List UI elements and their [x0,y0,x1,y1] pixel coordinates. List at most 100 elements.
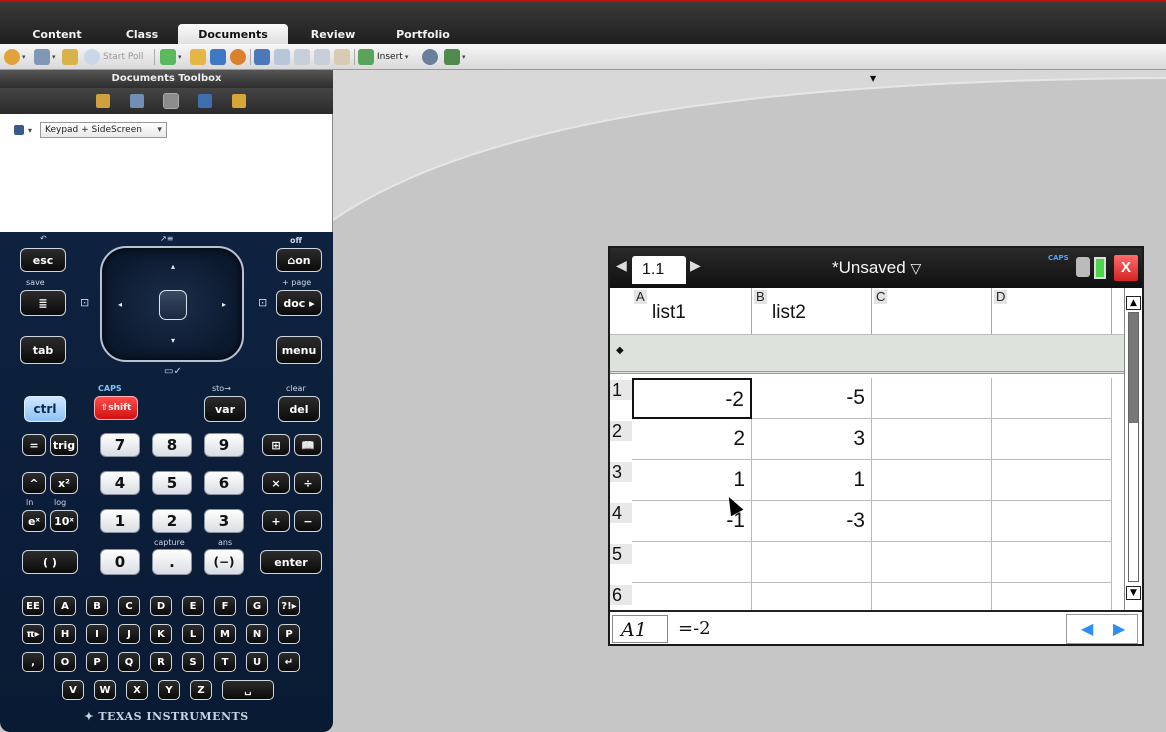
cell-d2[interactable] [992,419,1112,460]
multiply-key[interactable]: × [262,472,290,494]
key-1[interactable]: 1 [100,509,140,533]
row-number[interactable]: 4 [610,503,632,523]
copy-button[interactable] [314,48,330,66]
row-number[interactable]: 1 [610,380,632,400]
cell-d3[interactable] [992,460,1112,501]
key-4[interactable]: 4 [100,471,140,495]
settings-icon[interactable] [1076,257,1090,277]
minus-key[interactable]: − [294,510,322,532]
screen-capture-button[interactable]: ▾ [34,48,56,66]
alpha-key[interactable]: ?!▸ [278,596,300,616]
alpha-key[interactable]: T [214,652,236,672]
cell-formula-input[interactable]: =-2 [678,618,711,639]
tab-class[interactable]: Class [112,24,172,46]
alpha-key[interactable]: I [86,624,108,644]
cell-c6[interactable] [872,583,992,610]
column-header-b[interactable]: B list2 [752,288,872,334]
emulator-button[interactable] [422,48,438,66]
alpha-key[interactable]: , [22,652,44,672]
undo-button[interactable] [254,48,270,66]
paste-button[interactable] [334,48,350,66]
del-key[interactable]: del [278,396,320,422]
scroll-up-icon[interactable]: ▲ [1126,296,1141,310]
alpha-key[interactable]: J [118,624,140,644]
plus-key[interactable]: + [262,510,290,532]
scratchpad-key[interactable]: ≣ [20,290,66,316]
catalog-key[interactable]: 📖 [294,434,322,456]
alpha-key[interactable]: A [54,596,76,616]
vertical-scrollbar[interactable]: ▲ ▼ [1124,288,1142,610]
alpha-key[interactable]: G [246,596,268,616]
column-formula-row[interactable]: ◆ [610,334,1126,374]
alpha-key[interactable]: P [86,652,108,672]
left-arrow-icon[interactable]: ◀ [1081,619,1093,638]
column-header-a[interactable]: A list1 [632,288,752,334]
negative-key[interactable]: (−) [204,549,244,575]
parentheses-key[interactable]: ( ) [22,550,78,574]
alpha-key[interactable]: R [150,652,172,672]
shift-key[interactable]: ⇧shift [94,396,138,420]
alpha-key[interactable]: EE [22,596,44,616]
view-mode-value[interactable]: Keypad + SideScreen [40,122,167,138]
click-center-button[interactable] [159,290,187,320]
alpha-key[interactable]: C [118,596,140,616]
cell-c5[interactable] [872,542,992,583]
page-layout-button[interactable]: ▾ [444,48,466,66]
redo-button[interactable] [274,48,290,66]
alpha-key[interactable]: X [126,680,148,700]
cell-c3[interactable] [872,460,992,501]
key-6[interactable]: 6 [204,471,244,495]
cell-c4[interactable] [872,501,992,542]
cell-a2[interactable]: 2 [632,419,752,460]
row-number[interactable]: 6 [610,585,632,605]
alpha-key[interactable]: F [214,596,236,616]
next-page-icon[interactable]: ▶ [690,258,701,274]
alpha-key[interactable]: O [54,652,76,672]
cell-b5[interactable] [752,542,872,583]
alpha-key[interactable]: Y [158,680,180,700]
row-number[interactable]: 2 [610,421,632,441]
cell-d1[interactable] [992,378,1112,419]
users-button[interactable]: ▾ [4,48,26,66]
start-poll-button[interactable]: Start Poll [84,48,143,66]
send-to-class-button[interactable] [62,48,78,66]
tab-key[interactable]: tab [20,336,66,364]
cell-a6[interactable] [632,583,752,610]
tab-content[interactable]: Content [22,24,92,46]
touchpad[interactable]: ▴ ▾ ◂ ▸ [100,246,244,362]
alpha-key[interactable]: P [278,624,300,644]
cell-b2[interactable]: 3 [752,419,872,460]
square-key[interactable]: x² [50,472,78,494]
row-number[interactable]: 3 [610,462,632,482]
save-button[interactable] [210,48,226,66]
tab-review[interactable]: Review [300,24,366,46]
cell-b1[interactable]: -5 [752,378,872,419]
key-0[interactable]: 0 [100,549,140,575]
alpha-key[interactable]: M [214,624,236,644]
ctrl-key[interactable]: ctrl [24,396,66,422]
page-tab[interactable]: 1.1 [632,256,686,284]
scroll-track[interactable] [1128,312,1139,582]
cut-button[interactable] [294,48,310,66]
alpha-key[interactable]: U [246,652,268,672]
cell-d5[interactable] [992,542,1112,583]
exp-key[interactable]: eˣ [22,510,46,532]
insert-button[interactable]: Insert ▾ [358,48,408,66]
document-title[interactable]: *Unsaved ▽ [832,258,921,278]
cell-a1[interactable]: -2 [632,378,752,419]
new-document-button[interactable]: ▾ [160,48,182,66]
right-arrow-icon[interactable]: ▶ [1113,619,1125,638]
on-key[interactable]: ⌂on [276,248,322,272]
calculator-emulator-icon[interactable] [163,93,179,109]
scroll-thumb[interactable] [1129,313,1138,423]
close-button[interactable]: X [1114,255,1138,281]
alpha-key[interactable]: K [150,624,172,644]
key-5[interactable]: 5 [152,471,192,495]
power-key[interactable]: ^ [22,472,46,494]
tools-icon[interactable] [96,94,110,108]
open-button[interactable] [190,48,206,66]
menu-key[interactable]: menu [276,336,322,364]
alpha-key[interactable]: N [246,624,268,644]
row-number[interactable]: 5 [610,544,632,564]
key-2[interactable]: 2 [152,509,192,533]
